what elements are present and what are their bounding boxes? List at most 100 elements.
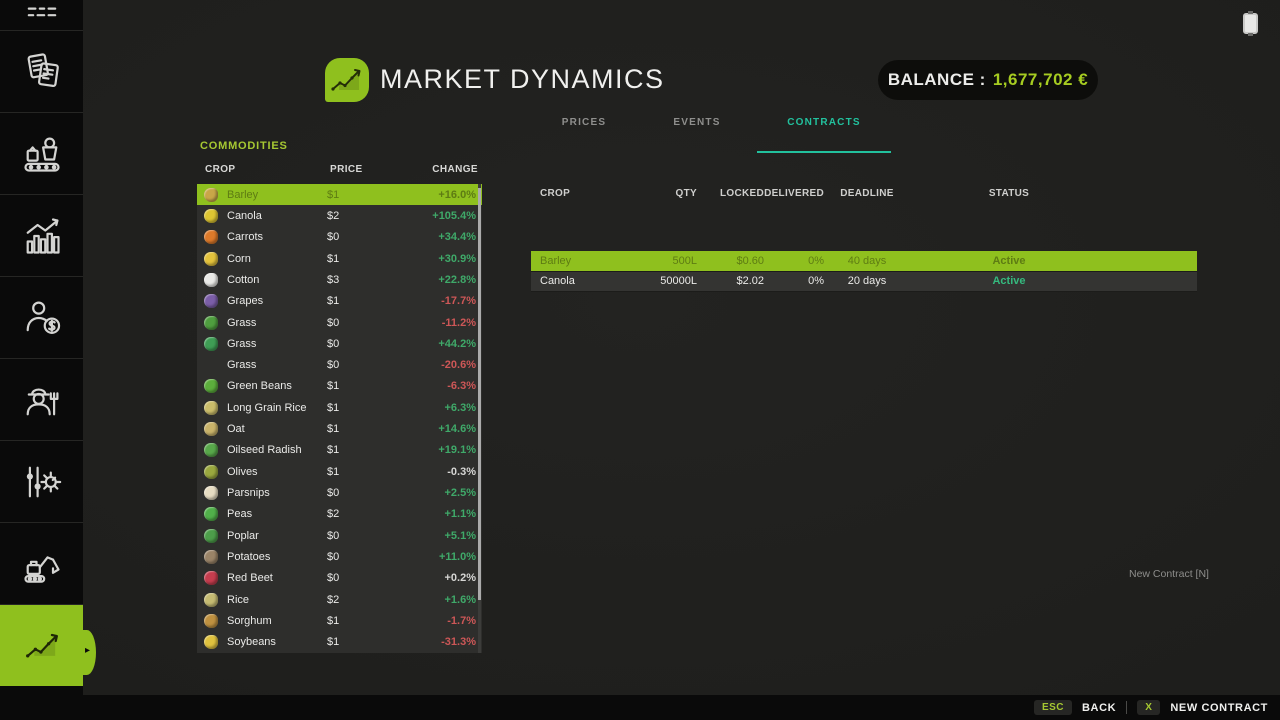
- commodity-row[interactable]: Parsnips $0 +2.5%: [197, 482, 482, 503]
- commodity-change: +0.2%: [425, 572, 482, 584]
- contracts-table: Barley 500L $0.60 0% 40 days Active Cano…: [531, 251, 1197, 292]
- contracts-col-qty: QTY: [651, 188, 697, 199]
- commodity-change: +2.5%: [425, 487, 482, 499]
- contract-crop: Canola: [531, 275, 651, 287]
- documents-icon: [20, 50, 64, 94]
- commodity-row[interactable]: Poplar $0 +5.1%: [197, 525, 482, 546]
- commodity-row[interactable]: Long Grain Rice $1 +6.3%: [197, 397, 482, 418]
- contracts-col-locked: LOCKED: [697, 188, 764, 199]
- page-title: MARKET DYNAMICS: [380, 64, 665, 95]
- commodity-price: $2: [327, 594, 425, 606]
- sidebar-item-statistics[interactable]: [0, 194, 83, 276]
- commodity-row[interactable]: Cotton $3 +22.8%: [197, 269, 482, 290]
- commodity-price: $1: [327, 189, 425, 201]
- statistics-icon: [20, 214, 64, 258]
- commodity-row[interactable]: Potatoes $0 +11.0%: [197, 546, 482, 567]
- grapes-icon: [204, 294, 218, 308]
- grass-icon: [204, 337, 218, 351]
- sidebar-arrow-icon: ▸: [85, 644, 90, 658]
- sidebar-item-map[interactable]: [0, 0, 83, 30]
- contract-status: Active: [910, 275, 1108, 287]
- esc-key-badge[interactable]: ESC: [1034, 700, 1072, 715]
- commodity-row[interactable]: Oilseed Radish $1 +19.1%: [197, 440, 482, 461]
- commodity-row[interactable]: Green Beans $1 -6.3%: [197, 376, 482, 397]
- contract-qty: 50000L: [651, 275, 697, 287]
- new-contract-hint: New Contract [N]: [1129, 568, 1209, 580]
- x-key-badge[interactable]: X: [1137, 700, 1160, 715]
- scrollbar-thumb[interactable]: [478, 188, 481, 600]
- commodities-list: Barley $1 +16.0% Canola $2 +105.4% Carro…: [197, 184, 482, 653]
- commodity-row[interactable]: Carrots $0 +34.4%: [197, 227, 482, 248]
- commodity-row[interactable]: Grapes $1 -17.7%: [197, 291, 482, 312]
- commodity-price: $1: [327, 636, 425, 648]
- commodity-change: +22.8%: [425, 274, 482, 286]
- commodity-row[interactable]: Grass $0 +44.2%: [197, 333, 482, 354]
- commodity-row[interactable]: Grass $0 -20.6%: [197, 355, 482, 376]
- commodity-row[interactable]: Red Beet $0 +0.2%: [197, 568, 482, 589]
- commodity-change: +19.1%: [425, 444, 482, 456]
- red-beet-icon: [204, 571, 218, 585]
- grass-icon: [204, 316, 218, 330]
- contract-qty: 500L: [651, 255, 697, 267]
- commodity-name: Rice: [227, 594, 327, 606]
- sidebar: [0, 0, 83, 695]
- contracts-header: CROPQTYLOCKEDDELIVEREDDEADLINESTATUS: [531, 188, 1197, 199]
- commodity-name: Potatoes: [227, 551, 327, 563]
- commodity-row[interactable]: Sorghum $1 -1.7%: [197, 610, 482, 631]
- commodities-scrollbar[interactable]: [478, 184, 481, 653]
- contracts-col-deadline: DEADLINE: [824, 188, 910, 199]
- commodity-row[interactable]: Corn $1 +30.9%: [197, 248, 482, 269]
- commodity-name: Canola: [227, 210, 327, 222]
- commodity-change: +11.0%: [425, 551, 482, 563]
- sorghum-icon: [204, 614, 218, 628]
- commodity-change: +30.9%: [425, 253, 482, 265]
- sidebar-item-finances[interactable]: [0, 276, 83, 358]
- commodity-row[interactable]: Oat $1 +14.6%: [197, 418, 482, 439]
- footer-bar: ESC BACK X NEW CONTRACT: [0, 695, 1280, 720]
- commodity-price: $0: [327, 359, 425, 371]
- commodity-change: +1.1%: [425, 508, 482, 520]
- peas-icon: [204, 507, 218, 521]
- tab-contracts[interactable]: CONTRACTS: [757, 117, 891, 153]
- commodity-row[interactable]: Grass $0 -11.2%: [197, 312, 482, 333]
- poplar-icon: [204, 529, 218, 543]
- carrots-icon: [204, 230, 218, 244]
- green-beans-icon: [204, 379, 218, 393]
- contracts-col-status: STATUS: [910, 188, 1108, 199]
- tab-events[interactable]: EVENTS: [630, 117, 764, 153]
- long-grain-rice-icon: [204, 401, 218, 415]
- commodity-change: +1.6%: [425, 594, 482, 606]
- commodity-price: $0: [327, 530, 425, 542]
- canola-icon: [204, 209, 218, 223]
- commodity-name: Grapes: [227, 295, 327, 307]
- sidebar-item-construction[interactable]: [0, 522, 83, 604]
- new-contract-button[interactable]: NEW CONTRACT: [1170, 702, 1268, 714]
- soybeans-icon: [204, 635, 218, 649]
- commodity-row[interactable]: Soybeans $1 -31.3%: [197, 632, 482, 653]
- sidebar-item-settings[interactable]: [0, 440, 83, 522]
- commodity-row[interactable]: Barley $1 +16.0%: [197, 184, 482, 205]
- contract-row[interactable]: Canola 50000L $2.02 0% 20 days Active: [531, 272, 1197, 293]
- sidebar-item-contracts[interactable]: [0, 30, 83, 112]
- sidebar-item-market-dynamics[interactable]: [0, 604, 83, 686]
- commodity-change: +16.0%: [425, 189, 482, 201]
- commodity-name: Corn: [227, 253, 327, 265]
- sidebar-item-production[interactable]: [0, 112, 83, 194]
- commodity-row[interactable]: Canola $2 +105.4%: [197, 205, 482, 226]
- commodity-name: Oat: [227, 423, 327, 435]
- commodity-change: -17.7%: [425, 295, 482, 307]
- back-button[interactable]: BACK: [1082, 702, 1116, 714]
- contract-deadline: 40 days: [824, 255, 910, 267]
- commodity-name: Parsnips: [227, 487, 327, 499]
- commodity-price: $0: [327, 317, 425, 329]
- contract-crop: Barley: [531, 255, 651, 267]
- contract-row[interactable]: Barley 500L $0.60 0% 40 days Active: [531, 251, 1197, 272]
- commodity-price: $1: [327, 295, 425, 307]
- market-trend-icon: [20, 624, 64, 668]
- commodity-row[interactable]: Rice $2 +1.6%: [197, 589, 482, 610]
- map-icon: [20, 0, 64, 24]
- commodity-row[interactable]: Olives $1 -0.3%: [197, 461, 482, 482]
- commodity-row[interactable]: Peas $2 +1.1%: [197, 504, 482, 525]
- sidebar-item-workers[interactable]: [0, 358, 83, 440]
- commodity-price: $1: [327, 253, 425, 265]
